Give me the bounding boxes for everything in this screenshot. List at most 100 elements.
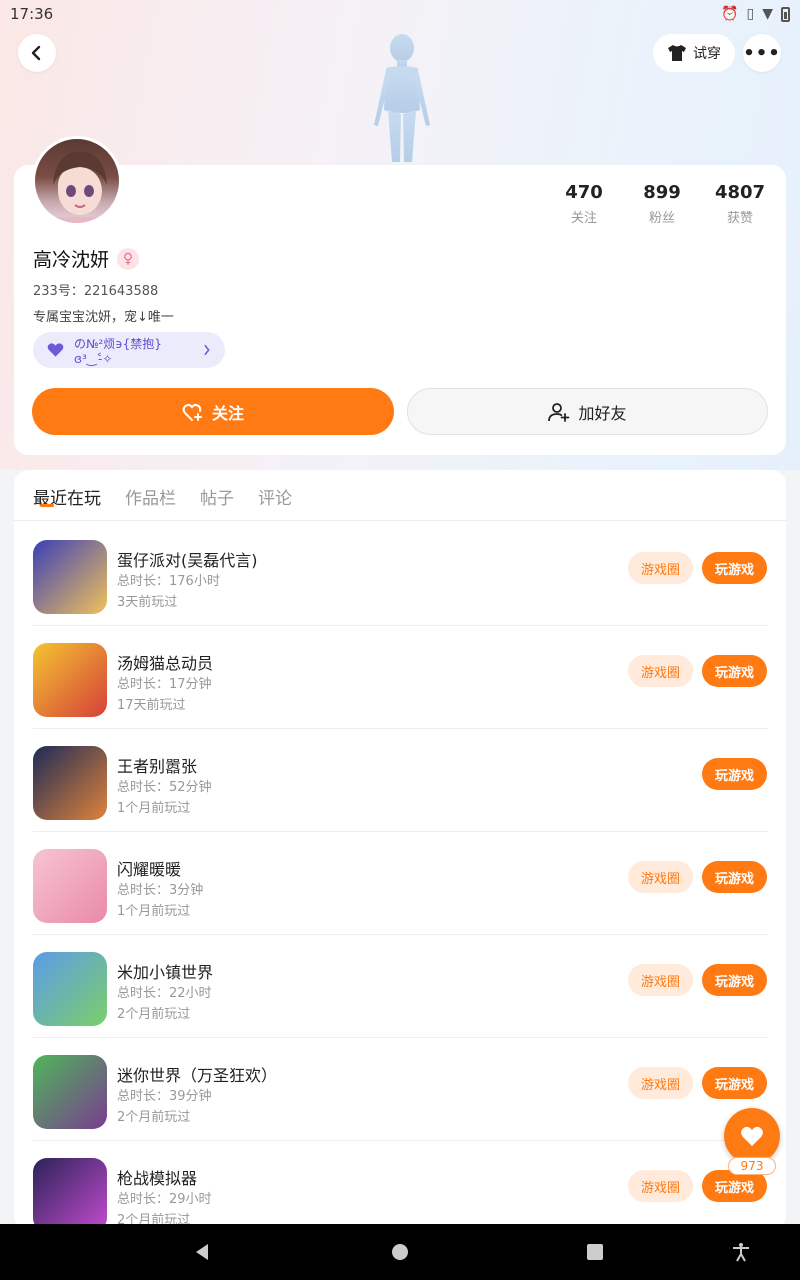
game-circle-button[interactable]: 游戏圈 (628, 964, 693, 996)
nav-home-icon[interactable] (390, 1242, 410, 1262)
game-circle-button[interactable]: 游戏圈 (628, 1170, 693, 1202)
back-button[interactable] (18, 34, 56, 72)
nav-recents-icon[interactable] (585, 1242, 605, 1262)
play-game-button[interactable]: 玩游戏 (702, 655, 767, 687)
game-name: 闪耀暖暖 (117, 860, 182, 879)
game-circle-button[interactable]: 游戏圈 (628, 552, 693, 584)
play-game-button[interactable]: 玩游戏 (702, 758, 767, 790)
game-name: 王者别嚣张 (117, 757, 198, 776)
game-icon[interactable] (33, 643, 107, 717)
content-tabs: 最近在玩 作品栏 帖子 评论 (33, 484, 292, 509)
heart-icon (47, 343, 64, 357)
relationship-label: の№²烦϶{禁抱}ɞ³‿˂̵✧ (74, 336, 162, 366)
wifi-icon: ▼ (762, 6, 773, 22)
game-list-item[interactable]: 蛋仔派对(吴磊代言) 总时长：176小时 3天前玩过 游戏圈 玩游戏 (33, 523, 768, 626)
game-list-item[interactable]: 闪耀暖暖总时长：3分钟 1个月前玩过 游戏圈 玩游戏 (33, 832, 768, 935)
nav-back-icon[interactable] (192, 1242, 212, 1262)
game-last-played: 3天前玩过 (117, 595, 178, 610)
game-last-played: 1个月前玩过 (117, 801, 191, 816)
game-list-item[interactable]: 迷你世界（万圣狂欢） 总时长：39分钟 2个月前玩过 游戏圈 玩游戏 (33, 1038, 768, 1141)
stat-label: 关注 (570, 211, 597, 226)
game-name: 迷你世界（万圣狂欢） (117, 1066, 278, 1085)
game-last-played: 17天前玩过 (117, 698, 186, 713)
game-duration: 总时长：3分钟 (117, 883, 204, 898)
alarm-icon: ⏰ (721, 6, 739, 22)
status-time: 17:36 (10, 5, 54, 23)
status-bar: 17:36 ⏰ ▯ ▼ (0, 0, 800, 28)
game-last-played: 1个月前玩过 (117, 904, 191, 919)
play-game-button[interactable]: 玩游戏 (702, 861, 767, 893)
accessibility-icon[interactable] (731, 1242, 751, 1262)
more-options-button[interactable]: ••• (743, 34, 781, 72)
add-friend-button[interactable]: 加好友 (407, 388, 768, 435)
heart-plus-icon (182, 403, 202, 421)
games-card: 最近在玩 作品栏 帖子 评论 蛋仔派对(吴磊代言) 总时长：176小时 3天前玩过游… (14, 470, 786, 1230)
stat-value: 4807 (714, 182, 766, 203)
try-on-button[interactable]: 试穿 (653, 34, 735, 72)
game-circle-button[interactable]: 游戏圈 (628, 655, 693, 687)
user-bio: 专属宝宝沈妍，宠↓唯一 (33, 310, 174, 325)
game-last-played: 2个月前玩过 (117, 1110, 191, 1125)
game-duration: 总时长：17分钟 (117, 677, 212, 692)
user-id: 233号：221643588 (33, 284, 159, 299)
game-circle-button[interactable]: 游戏圈 (628, 861, 693, 893)
play-game-button[interactable]: 玩游戏 (702, 1067, 767, 1099)
heart-icon (741, 1126, 763, 1146)
game-icon[interactable] (33, 1158, 107, 1230)
game-circle-button[interactable]: 游戏圈 (628, 1067, 693, 1099)
stat-following[interactable]: 470 关注 (545, 182, 623, 226)
back-arrow-icon (31, 45, 41, 61)
tab-posts[interactable]: 帖子 (200, 484, 234, 509)
game-icon[interactable] (33, 952, 107, 1026)
game-name: 蛋仔派对(吴磊代言) (117, 551, 258, 570)
add-friend-label: 加好友 (578, 403, 627, 423)
stat-label: 粉丝 (648, 211, 675, 226)
game-list-item[interactable]: 汤姆猫总动员总时长：17分钟 17天前玩过 游戏圈 玩游戏 (33, 626, 768, 729)
chevron-right-icon (204, 344, 211, 356)
game-icon[interactable] (33, 540, 107, 614)
stat-value: 899 (643, 182, 681, 203)
stat-followers[interactable]: 899 粉丝 (623, 182, 701, 226)
nickname-text: 高冷沈妍 (33, 249, 110, 271)
game-name: 汤姆猫总动员 (117, 654, 214, 673)
game-duration: 总时长：39分钟 (117, 1089, 212, 1104)
game-list-item[interactable]: 米加小镇世界总时长：22小时 2个月前玩过 游戏圈 玩游戏 (33, 935, 768, 1038)
system-navigation-bar (0, 1224, 800, 1280)
follow-button[interactable]: 关注 (32, 388, 394, 435)
game-icon[interactable] (33, 1055, 107, 1129)
more-dots-icon: ••• (743, 42, 781, 64)
add-person-icon (548, 402, 570, 422)
game-last-played: 2个月前玩过 (117, 1007, 191, 1022)
stats-row: 470 关注 899 粉丝 4807 获赞 (545, 182, 779, 226)
like-floating-button[interactable] (724, 1108, 780, 1164)
game-list-item[interactable]: 枪战模拟器 总时长：29小时 2个月前玩过 游戏圈 玩游戏 (33, 1141, 768, 1230)
female-gender-icon: ♀ (117, 247, 140, 270)
stat-value: 470 (565, 182, 603, 203)
game-icon[interactable] (33, 849, 107, 923)
game-icon[interactable] (33, 746, 107, 820)
game-duration: 总时长：176小时 (117, 574, 220, 589)
tab-works[interactable]: 作品栏 (125, 484, 176, 509)
game-name: 米加小镇世界 (117, 963, 214, 982)
tab-comments[interactable]: 评论 (258, 484, 292, 509)
follow-label: 关注 (211, 403, 244, 423)
tshirt-icon (668, 45, 686, 61)
game-duration: 总时长：52分钟 (117, 780, 212, 795)
relationship-chip[interactable]: の№²烦϶{禁抱}ɞ³‿˂̵✧ (33, 332, 225, 368)
nickname: 高冷沈妍 ♀ (33, 245, 140, 272)
play-game-button[interactable]: 玩游戏 (702, 552, 767, 584)
play-game-button[interactable]: 玩游戏 (702, 964, 767, 996)
3d-avatar-figure (374, 34, 430, 162)
active-tab-indicator (40, 504, 54, 507)
stat-likes[interactable]: 4807 获赞 (701, 182, 779, 226)
tabs-divider (14, 520, 786, 521)
stat-label: 获赞 (726, 211, 753, 226)
game-duration: 总时长：29小时 (117, 1192, 212, 1207)
like-count: 973 (728, 1157, 776, 1175)
game-list-item[interactable]: 王者别嚣张总时长：52分钟 1个月前玩过 玩游戏 (33, 729, 768, 832)
game-duration: 总时长：22小时 (117, 986, 212, 1001)
game-name: 枪战模拟器 (117, 1169, 198, 1188)
avatar[interactable] (32, 136, 122, 226)
vibrate-icon: ▯ (746, 6, 755, 22)
try-on-label: 试穿 (693, 46, 721, 62)
